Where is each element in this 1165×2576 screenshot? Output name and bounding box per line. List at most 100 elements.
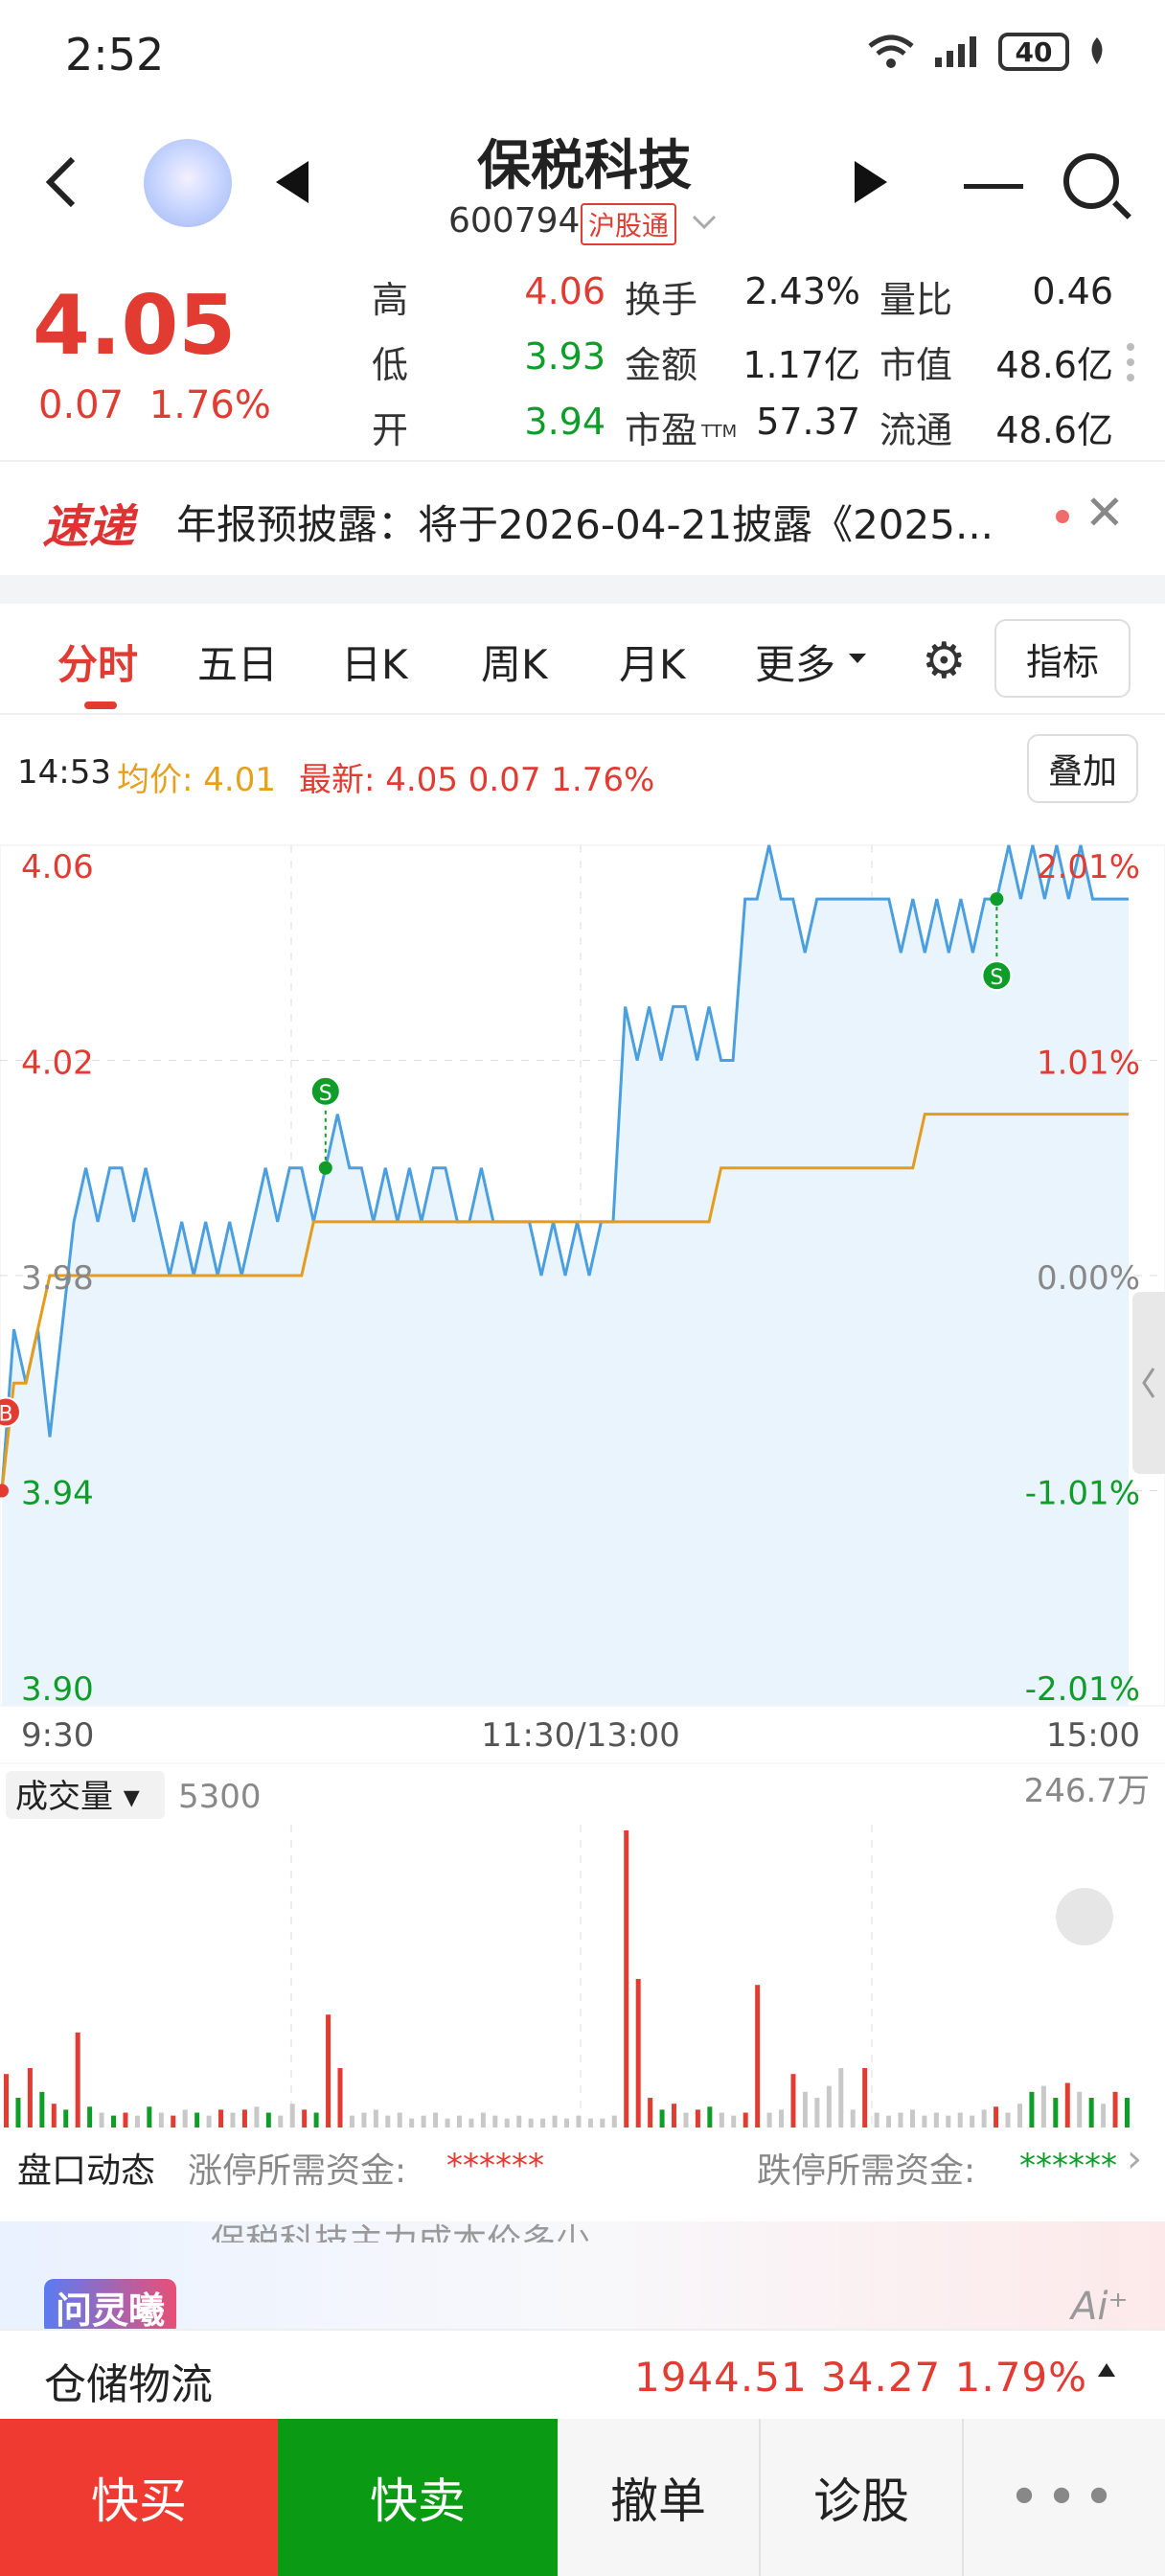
intraday-chart[interactable]: 4.06 2.01% 4.02 1.01% 3.98 0.00% 3.94 -1.01% 3.9… xyxy=(0,824,1165,2128)
volume-bar xyxy=(206,2115,212,2128)
quote-value: 3.93 xyxy=(524,335,605,378)
volume-bar xyxy=(994,2106,999,2128)
caret-up-icon[interactable] xyxy=(1098,2363,1115,2377)
quick-sell-button[interactable]: 快卖 xyxy=(278,2419,558,2576)
volume-bar xyxy=(1112,2091,1118,2128)
volume-bar xyxy=(39,2091,45,2128)
volume-bar xyxy=(814,2098,820,2128)
volume-bar xyxy=(624,1830,629,2128)
news-text[interactable]: 年报预披露：将于2026-04-21披露《2025... xyxy=(176,493,1039,551)
volume-bar xyxy=(540,2118,546,2128)
volume-bar xyxy=(397,2112,402,2128)
volume-bar xyxy=(707,2106,713,2128)
volume-bar xyxy=(1077,2091,1083,2128)
cancel-order-button[interactable]: 撤单 xyxy=(558,2419,761,2576)
y-tick-price: 4.02 xyxy=(21,1045,94,1083)
volume-bar xyxy=(981,2109,987,2128)
volume-bar xyxy=(1040,2085,1046,2128)
volume-bar xyxy=(504,2118,510,2128)
volume-bar xyxy=(1029,2091,1035,2128)
volume-bar xyxy=(850,2109,856,2128)
side-panel-handle[interactable] xyxy=(1132,1292,1165,1474)
x-tick: 15:00 xyxy=(1046,1716,1140,1755)
volume-bar xyxy=(659,2109,665,2128)
cursor-time: 14:53 xyxy=(17,753,111,792)
search-icon[interactable] xyxy=(1063,153,1119,209)
back-icon[interactable] xyxy=(38,153,86,211)
quote-label: 低 xyxy=(372,344,409,386)
avg-price-value: 4.01 xyxy=(203,761,276,799)
y-tick-pct: -2.01% xyxy=(1025,1670,1140,1709)
quote-value: 48.6亿 xyxy=(995,409,1113,451)
caret-down-icon[interactable] xyxy=(847,652,868,665)
quote-label: 开 xyxy=(372,409,409,451)
volume-bar xyxy=(313,2112,319,2128)
avg-price-label: 均价: xyxy=(117,761,194,799)
avg-price: 均价: 4.01 xyxy=(117,753,276,800)
tab-3[interactable]: 周K xyxy=(481,632,548,691)
avatar[interactable] xyxy=(144,139,232,227)
volume-bar xyxy=(492,2115,498,2128)
indicator-button[interactable]: 指标 xyxy=(994,619,1131,698)
tab-5[interactable]: 更多 xyxy=(755,632,835,691)
next-stock-icon[interactable] xyxy=(855,161,887,203)
chevron-down-icon[interactable] xyxy=(692,213,717,232)
volume-bar xyxy=(385,2115,391,2128)
volume-label: 成交量 ▾ xyxy=(15,1778,140,1816)
tab-2[interactable]: 日K xyxy=(341,632,408,691)
quote-label: 市盈 xyxy=(625,409,698,451)
y-tick-price: 4.06 xyxy=(21,848,94,886)
volume-bar xyxy=(468,2118,474,2128)
gear-icon[interactable]: ⚙ xyxy=(922,632,967,690)
quick-buy-button[interactable]: 快买 xyxy=(0,2419,278,2576)
volume-bar xyxy=(147,2106,152,2128)
price-change: 0.07 1.76% xyxy=(38,383,271,427)
latest-label: 最新: xyxy=(299,761,376,799)
volume-bar xyxy=(445,2118,450,2128)
volume-bar xyxy=(576,2115,582,2128)
panel-row[interactable] xyxy=(0,2128,1165,2200)
ai-badge[interactable]: 问灵曦 xyxy=(44,2279,177,2335)
volume-bar xyxy=(516,2115,522,2128)
volume-bar xyxy=(790,2074,796,2128)
tab-4[interactable]: 月K xyxy=(619,632,686,691)
volume-bar xyxy=(611,2115,617,2128)
volume-bar xyxy=(695,2109,700,2128)
limit-down-label: 跌停所需资金: xyxy=(757,2151,976,2191)
quote-label-sub: TTM xyxy=(701,422,738,442)
volume-bar xyxy=(742,2112,748,2128)
volume-bar xyxy=(278,2115,284,2128)
volume-bar xyxy=(552,2115,558,2128)
volume-bar xyxy=(241,2109,247,2128)
tab-1[interactable]: 五日 xyxy=(197,632,278,691)
more-vertical-icon[interactable] xyxy=(1127,335,1134,389)
limit-up-value: ****** xyxy=(446,2147,544,2185)
y-tick-pct: 2.01% xyxy=(1037,848,1140,886)
trade-marker-label: B xyxy=(0,1403,13,1427)
chevron-right-icon[interactable]: › xyxy=(1127,2137,1142,2181)
prev-stock-icon[interactable] xyxy=(276,161,308,203)
volume-bar xyxy=(587,2118,593,2128)
volume-bar xyxy=(456,2115,462,2128)
volume-bar xyxy=(838,2068,844,2128)
volume-bar xyxy=(731,2115,737,2128)
volume-bar xyxy=(302,2109,308,2128)
volume-bar xyxy=(755,1985,761,2128)
ai-question[interactable]: 保税科技主力成本价多少 xyxy=(211,2214,590,2242)
minimize-icon[interactable] xyxy=(964,184,1023,189)
overlay-button[interactable]: 叠加 xyxy=(1027,734,1138,803)
trade-marker-label: S xyxy=(990,966,1003,990)
volume-bar xyxy=(1125,2098,1130,2128)
more-button[interactable]: ••• xyxy=(964,2419,1165,2576)
leaf-icon xyxy=(1091,37,1103,64)
volume-bar xyxy=(171,2115,176,2128)
quote-label: 金额 xyxy=(625,344,698,386)
wifi-icon xyxy=(868,34,914,68)
ai-icon[interactable]: Ai⁺ xyxy=(1071,2285,1129,2329)
volume-bar xyxy=(946,2115,951,2128)
volume-value: 5300 xyxy=(178,1778,262,1816)
diagnose-button[interactable]: 诊股 xyxy=(761,2419,964,2576)
tab-0[interactable]: 分时 xyxy=(57,632,138,691)
close-icon[interactable]: ✕ xyxy=(1085,485,1125,540)
volume-bar xyxy=(933,2112,939,2128)
